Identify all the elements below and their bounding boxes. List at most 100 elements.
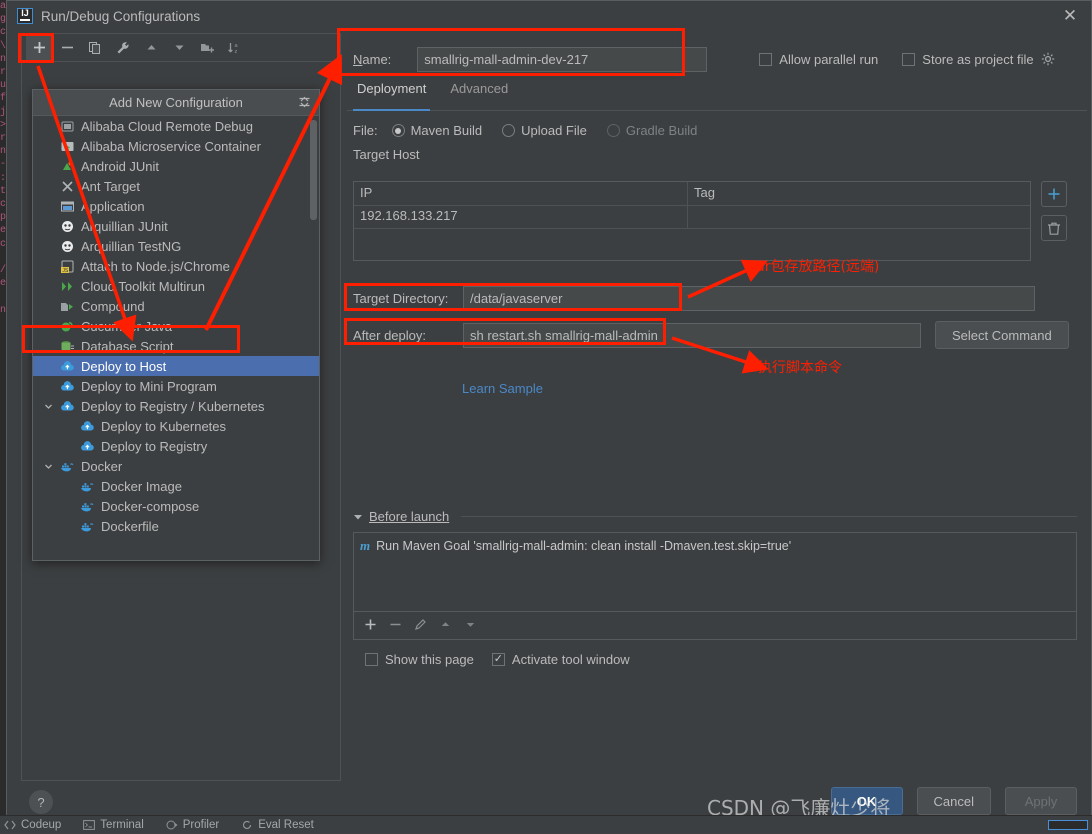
list-item[interactable]: Docker: [33, 456, 319, 476]
show-this-page-row[interactable]: Show this page: [365, 652, 474, 667]
list-item[interactable]: Deploy to Host: [33, 356, 319, 376]
activate-tool-window-checkbox[interactable]: ✓: [491, 653, 505, 666]
minus-icon: [390, 623, 401, 625]
store-as-project-file-row[interactable]: Store as project file: [902, 52, 1054, 67]
edit-templates-button[interactable]: [110, 36, 136, 60]
target-host-label: Target Host: [353, 147, 420, 162]
maven-build-radio[interactable]: [391, 124, 405, 137]
list-item-label: Alibaba Cloud Remote Debug: [81, 118, 253, 134]
list-item[interactable]: Docker Image: [33, 476, 319, 496]
remove-task-button[interactable]: [389, 618, 402, 634]
list-item[interactable]: Cloud Toolkit Multirun: [33, 276, 319, 296]
sort-alphabetically-button[interactable]: az: [222, 36, 248, 60]
collapse-all-icon[interactable]: [297, 94, 311, 110]
status-item-profiler[interactable]: Profiler: [166, 819, 219, 831]
status-item-terminal[interactable]: Terminal: [83, 819, 144, 831]
column-header-ip: IP: [354, 182, 688, 205]
list-item[interactable]: JS Attach to Node.js/Chrome: [33, 256, 319, 276]
list-item[interactable]: Dockerfile: [33, 516, 319, 536]
list-item-label: Deploy to Registry: [101, 438, 208, 454]
select-command-button[interactable]: Select Command: [935, 321, 1069, 349]
popup-header: Add New Configuration: [33, 90, 319, 116]
list-item-label: Compound: [81, 298, 145, 314]
before-launch-task-list[interactable]: m Run Maven Goal 'smallrig-mall-admin: c…: [353, 532, 1077, 612]
remove-configuration-button[interactable]: [54, 36, 80, 60]
move-task-down-button[interactable]: [464, 618, 477, 634]
ant-target-icon: [59, 178, 75, 194]
before-launch-header[interactable]: Before launch: [353, 509, 1077, 524]
show-this-page-checkbox[interactable]: [365, 653, 378, 666]
move-down-button[interactable]: [166, 36, 192, 60]
list-item[interactable]: Docker-compose: [33, 496, 319, 516]
add-host-button[interactable]: [1041, 181, 1067, 207]
cancel-button[interactable]: Cancel: [916, 787, 991, 815]
allow-parallel-run-checkbox[interactable]: [759, 52, 773, 66]
add-task-button[interactable]: [364, 618, 377, 634]
profiler-icon: [166, 820, 178, 830]
copy-configuration-button[interactable]: [82, 36, 108, 60]
move-into-folder-button[interactable]: [194, 36, 220, 60]
configurations-tree-area: Add New Configuration Alibaba Cloud Remo…: [22, 62, 340, 780]
target-host-table[interactable]: IP Tag 192.168.133.217: [353, 181, 1031, 261]
popup-scrollbar[interactable]: [310, 118, 317, 558]
arrow-down-icon: [466, 622, 475, 627]
list-item[interactable]: Ant Target: [33, 176, 319, 196]
plus-icon: [1048, 188, 1060, 200]
list-item[interactable]: Application: [33, 196, 319, 216]
list-item[interactable]: Database Script: [33, 336, 319, 356]
name-label: Name:: [353, 51, 392, 67]
target-directory-label: Target Directory:: [353, 291, 449, 306]
radio-maven-build[interactable]: Maven Build: [391, 123, 482, 138]
close-icon[interactable]: ✕: [1057, 4, 1083, 28]
edit-task-button[interactable]: [414, 618, 427, 634]
triangle-down-icon[interactable]: [353, 512, 363, 522]
help-icon[interactable]: ?: [29, 790, 53, 814]
minus-icon: [61, 46, 73, 49]
alibaba-remote-debug-icon: [59, 118, 75, 134]
chevron-down-icon[interactable]: [43, 401, 53, 411]
arrow-up-icon: [147, 45, 155, 50]
configuration-type-list[interactable]: Alibaba Cloud Remote Debug Alibaba Micros…: [33, 116, 319, 560]
list-item-label: Docker: [81, 458, 123, 474]
tab-advanced[interactable]: Advanced: [450, 81, 508, 110]
list-item[interactable]: Android JUnit: [33, 156, 319, 176]
target-directory-row: Target Directory:: [353, 286, 1035, 311]
target-directory-input[interactable]: [463, 286, 1035, 311]
radio-upload-file[interactable]: Upload File: [502, 123, 587, 138]
cloud-toolkit-multirun-icon: [59, 278, 75, 294]
store-as-project-file-checkbox[interactable]: [902, 52, 916, 66]
name-input[interactable]: [417, 46, 708, 72]
list-item[interactable]: Deploy to Registry / Kubernetes: [33, 396, 319, 416]
list-item[interactable]: Deploy to Mini Program: [33, 376, 319, 396]
list-item-label: Cloud Toolkit Multirun: [81, 278, 206, 294]
popup-scrollbar-thumb[interactable]: [310, 120, 317, 220]
list-item[interactable]: m Run Maven Goal 'smallrig-mall-admin: c…: [360, 538, 1076, 554]
list-item[interactable]: Arquillian TestNG: [33, 236, 319, 256]
upload-file-radio[interactable]: [502, 124, 516, 137]
arquillian-junit-icon: [59, 218, 75, 234]
after-deploy-input[interactable]: [463, 322, 921, 348]
list-item[interactable]: Alibaba Cloud Remote Debug: [33, 116, 319, 136]
list-item[interactable]: Alibaba Microservice Container: [33, 136, 319, 156]
copy-icon: [89, 41, 100, 54]
list-item[interactable]: Cucumber Java: [33, 316, 319, 336]
tab-deployment[interactable]: Deployment: [352, 81, 431, 111]
status-item-eval-reset[interactable]: Eval Reset: [241, 819, 314, 831]
list-item[interactable]: Deploy to Registry: [33, 436, 319, 456]
move-task-up-button[interactable]: [439, 618, 452, 634]
activate-tool-window-row[interactable]: ✓ Activate tool window: [491, 652, 630, 667]
add-configuration-button[interactable]: [26, 35, 52, 60]
before-launch-divider: [461, 516, 1077, 517]
gear-icon[interactable]: [1041, 52, 1055, 66]
list-item[interactable]: Arquillian JUnit: [33, 216, 319, 236]
delete-host-button[interactable]: [1041, 215, 1067, 241]
list-item[interactable]: Deploy to Kubernetes: [33, 416, 319, 436]
status-item-codeup[interactable]: Codeup: [4, 819, 61, 831]
before-launch-toolbar: [353, 612, 1077, 640]
chevron-down-icon[interactable]: [43, 461, 53, 471]
table-row[interactable]: 192.168.133.217: [354, 206, 1030, 229]
list-item[interactable]: Compound: [33, 296, 319, 316]
move-up-button[interactable]: [138, 36, 164, 60]
allow-parallel-run-row[interactable]: Allow parallel run: [759, 52, 878, 67]
learn-sample-link[interactable]: Learn Sample: [462, 381, 543, 396]
